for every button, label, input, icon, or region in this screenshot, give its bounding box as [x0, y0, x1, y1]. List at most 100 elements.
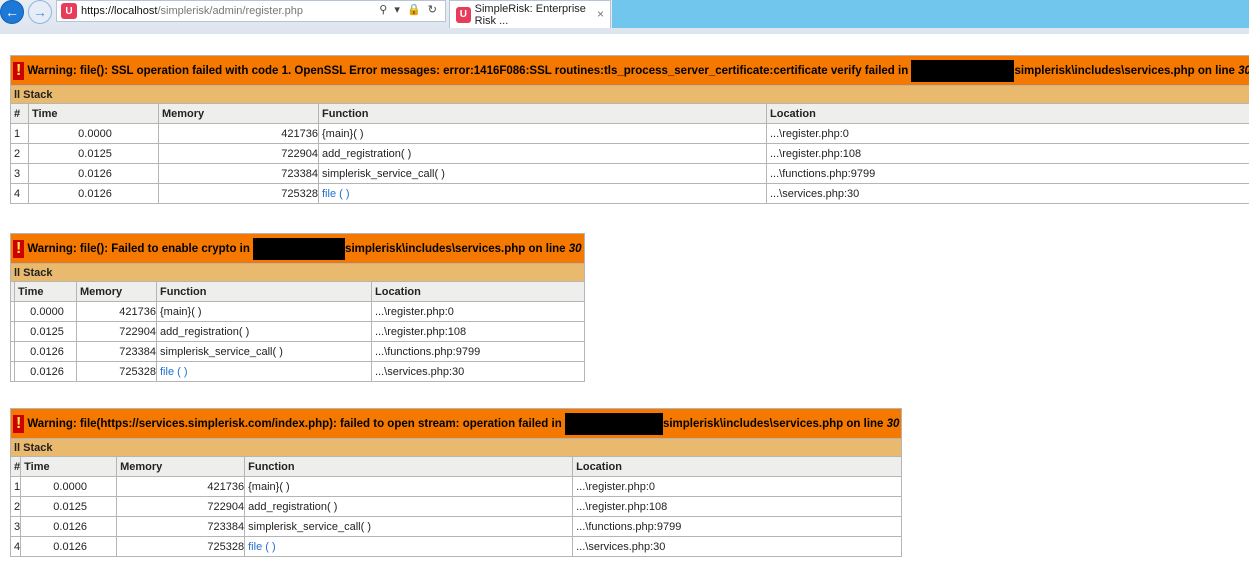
address-tools: ⚲ ▾ 🔒 ↻ — [379, 3, 439, 16]
row-location: ...\functions.php:9799 — [371, 341, 585, 362]
table-row: 0.0126 725328 file ( ) ...\services.php:… — [10, 361, 585, 382]
warning-block-2: ! Warning: file(): Failed to enable crypt… — [10, 233, 585, 382]
row-memory: 421736 — [116, 476, 246, 497]
warning-header: ! Warning: file(): Failed to enable crypt… — [10, 233, 585, 264]
warning-header: ! Warning: file(https://services.simpleri… — [9, 408, 903, 439]
warning-message: Warning: file(): SSL operation failed wi… — [27, 59, 1249, 82]
row-num: 3 — [10, 163, 29, 184]
warning-suffix: simplerisk\includes\services.php on line — [662, 417, 887, 430]
row-num: 3 — [9, 516, 22, 537]
warning-icon: ! — [13, 239, 25, 258]
row-memory: 725328 — [76, 361, 157, 382]
row-memory: 725328 — [158, 183, 319, 204]
row-function: {main}( ) — [244, 476, 574, 497]
row-time: 0.0126 — [20, 536, 118, 557]
row-location: ...\services.php:30 — [572, 536, 903, 557]
warning-block-3: ! Warning: file(https://services.simpleri… — [9, 408, 903, 557]
simplerisk-tab-favicon-icon: U — [456, 6, 471, 23]
row-location: ...\register.php:108 — [371, 321, 585, 342]
tab-title: SimpleRisk: Enterprise Risk ... — [474, 2, 586, 27]
call-stack-label: ll Stack — [9, 438, 903, 457]
col-location: Location — [371, 281, 585, 302]
warning-suffix: simplerisk\includes\services.php on line — [1014, 64, 1239, 77]
col-time: Time — [14, 281, 77, 302]
table-row: 2 0.0125 722904 add_registration( ) ...\… — [10, 143, 1249, 164]
row-location: ...\functions.php:9799 — [766, 163, 1249, 184]
row-num: 2 — [10, 143, 29, 164]
row-memory: 723384 — [158, 163, 319, 184]
col-function: Function — [244, 456, 574, 477]
warning-prefix: Warning: file(): Failed to enable crypto… — [27, 242, 254, 255]
row-num: 4 — [10, 183, 29, 204]
col-time: Time — [28, 103, 159, 124]
refresh-icon[interactable]: ↻ — [428, 4, 439, 16]
tab-close-icon[interactable]: × — [597, 7, 604, 21]
row-location: ...\register.php:0 — [766, 123, 1249, 144]
forward-button[interactable]: → — [28, 0, 52, 24]
call-stack-label: ll Stack — [10, 263, 585, 282]
url-host: https://localhost — [81, 5, 158, 17]
row-num: 4 — [9, 536, 22, 557]
warning-message: Warning: file(https://services.simpleris… — [27, 412, 899, 435]
warning-block-1: ! Warning: file(): SSL operation failed w… — [10, 55, 1249, 204]
function-link[interactable]: file ( ) — [322, 188, 350, 200]
col-memory: Memory — [158, 103, 319, 124]
row-num: 1 — [10, 123, 29, 144]
warning-icon: ! — [13, 61, 25, 80]
col-function: Function — [318, 103, 767, 124]
line-number: 30 — [568, 242, 582, 255]
table-row: 1 0.0000 421736 {main}( ) ...\register.p… — [10, 123, 1249, 144]
col-location: Location — [766, 103, 1249, 124]
row-function: add_registration( ) — [244, 496, 574, 517]
row-time: 0.0125 — [28, 143, 159, 164]
back-button[interactable]: ← — [0, 0, 24, 24]
table-row: 1 0.0000 421736 {main}( ) ...\register.p… — [9, 476, 903, 497]
table-row: 2 0.0125 722904 add_registration( ) ...\… — [9, 496, 903, 517]
row-location: ...\services.php:30 — [371, 361, 585, 382]
row-function: add_registration( ) — [318, 143, 767, 164]
col-function: Function — [156, 281, 372, 302]
redacted-path — [564, 412, 663, 435]
col-location: Location — [572, 456, 903, 477]
row-time: 0.0125 — [14, 321, 77, 342]
warning-header: ! Warning: file(): SSL operation failed w… — [10, 55, 1249, 86]
col-time: Time — [20, 456, 118, 477]
table-row: 3 0.0126 723384 simplerisk_service_call(… — [10, 163, 1249, 184]
col-num: # — [9, 456, 22, 477]
row-time: 0.0000 — [20, 476, 118, 497]
dropdown-icon[interactable]: ▾ — [394, 4, 402, 16]
warning-suffix: simplerisk\includes\services.php on line — [345, 242, 569, 255]
col-memory: Memory — [116, 456, 246, 477]
column-headers: Time Memory Function Location — [10, 281, 585, 302]
row-time: 0.0000 — [14, 301, 77, 322]
lock-icon[interactable]: 🔒 — [407, 4, 423, 16]
function-link[interactable]: file ( ) — [160, 366, 188, 378]
table-row: 0.0125 722904 add_registration( ) ...\re… — [10, 321, 585, 342]
row-function: simplerisk_service_call( ) — [244, 516, 574, 537]
tab-simplerisk[interactable]: U SimpleRisk: Enterprise Risk ... × — [449, 0, 611, 28]
new-tab-area[interactable] — [612, 0, 1249, 28]
warning-icon: ! — [13, 414, 25, 433]
table-row: 4 0.0126 725328 file ( ) ...\services.ph… — [10, 183, 1249, 204]
warning-prefix: Warning: file(https://services.simpleris… — [27, 417, 565, 430]
search-icon[interactable]: ⚲ — [379, 4, 389, 16]
function-link[interactable]: file ( ) — [248, 541, 276, 553]
row-time: 0.0125 — [20, 496, 118, 517]
column-headers: # Time Memory Function Location — [10, 103, 1249, 124]
address-bar[interactable]: U https://localhost/simplerisk/admin/reg… — [56, 0, 446, 22]
table-row: 3 0.0126 723384 simplerisk_service_call(… — [9, 516, 903, 537]
url-text[interactable]: https://localhost/simplerisk/admin/regis… — [81, 5, 303, 17]
redacted-path — [253, 237, 346, 260]
row-memory: 725328 — [116, 536, 246, 557]
row-location: ...\register.php:0 — [371, 301, 585, 322]
row-function: add_registration( ) — [156, 321, 372, 342]
row-memory: 722904 — [76, 321, 157, 342]
call-stack-label: ll Stack — [10, 85, 1249, 104]
warning-prefix: Warning: file(): SSL operation failed wi… — [27, 64, 912, 77]
warning-message: Warning: file(): Failed to enable crypto… — [27, 237, 582, 260]
row-time: 0.0000 — [28, 123, 159, 144]
line-number: 30 — [1238, 64, 1249, 77]
row-function: simplerisk_service_call( ) — [318, 163, 767, 184]
row-memory: 421736 — [158, 123, 319, 144]
table-row: 0.0126 723384 simplerisk_service_call( )… — [10, 341, 585, 362]
